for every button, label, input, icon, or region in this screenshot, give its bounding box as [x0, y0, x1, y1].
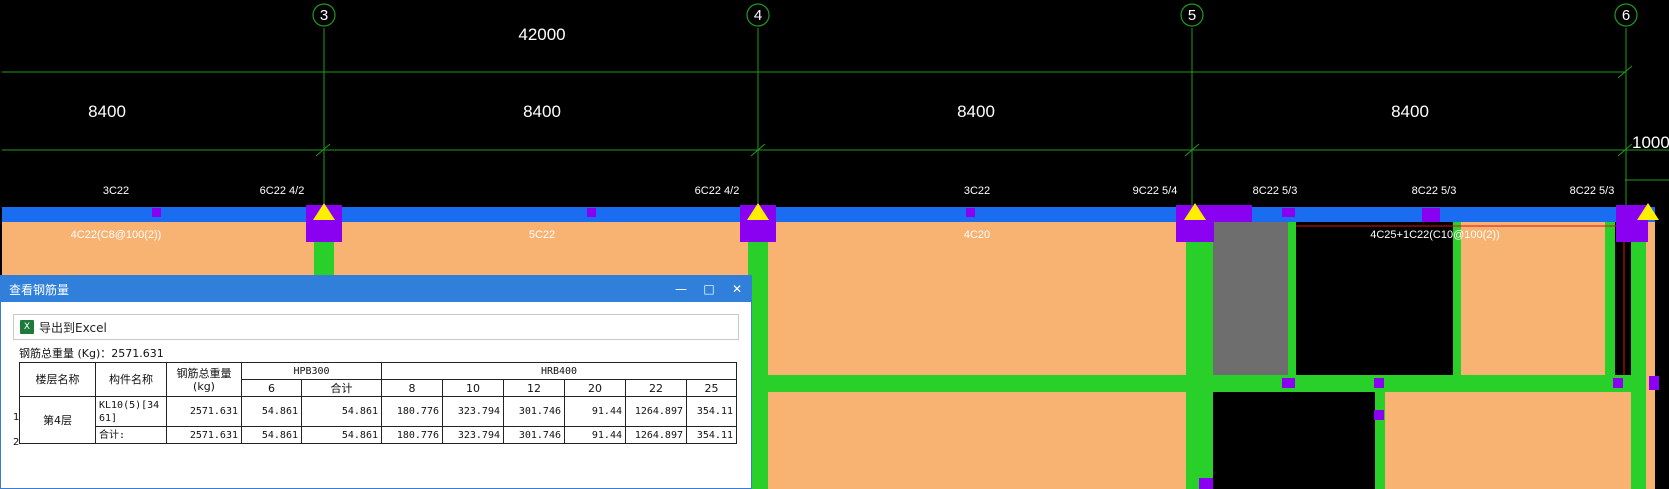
wall [1288, 222, 1296, 375]
beam-label: 4C22(C8@100(2)) [71, 229, 162, 241]
header-diameter: 20 [564, 379, 626, 397]
dialog-titlebar[interactable]: 查看钢筋量 — □ ✕ [1, 276, 751, 302]
value-cell[interactable]: 354.11 [686, 426, 737, 444]
wall [768, 375, 1649, 392]
axis-label-5: 5 [1188, 7, 1196, 24]
axis-label-3: 3 [320, 7, 328, 24]
wall [314, 240, 334, 275]
value-cell[interactable]: 180.776 [381, 396, 443, 427]
beam-label: 5C22 [529, 229, 555, 241]
table-row[interactable]: 第4层 KL10(5)[3461] 2571.631 54.861 54.861… [19, 396, 737, 444]
rebar-quantity-dialog[interactable]: 查看钢筋量 — □ ✕ X 导出到Excel 1 2 钢筋总重量 (Kg)：25… [0, 275, 752, 489]
header-subtotal: 合计 [301, 379, 382, 397]
axis-label-6: 6 [1622, 7, 1630, 24]
value-cell[interactable]: 323.794 [442, 396, 504, 427]
opening [1615, 222, 1631, 375]
component-cell[interactable]: 合计: [95, 426, 167, 444]
table-row-total[interactable]: 合计: 2571.631 54.861 54.861 180.776 323.7… [20, 426, 737, 444]
bay-dimension-1: 8400 [88, 102, 126, 121]
opening [1296, 222, 1453, 375]
opening [1213, 392, 1375, 489]
total-weight-label: 钢筋总重量 (Kg)：2571.631 [19, 347, 164, 360]
rebar-label: 8C22 5/3 [1570, 185, 1615, 197]
header-hpb300: HPB300 [241, 362, 382, 380]
wall [1631, 222, 1646, 489]
bay-dimension-2: 8400 [523, 102, 561, 121]
beam-strip [2, 207, 1655, 222]
rebar-label: 3C22 [964, 185, 990, 197]
value-cell[interactable]: 91.44 [564, 396, 626, 427]
beam-label: 4C20 [964, 229, 990, 241]
header-hrb400: HRB400 [381, 362, 737, 380]
maximize-icon[interactable]: □ [695, 282, 723, 296]
total-cell[interactable]: 2571.631 [166, 396, 242, 427]
rebar-label: 8C22 5/3 [1253, 185, 1298, 197]
beam-label: 4C25+1C22(C10@100(2)) [1370, 229, 1500, 241]
bay-dimension-3: 8400 [957, 102, 995, 121]
value-cell[interactable]: 91.44 [564, 426, 626, 444]
rebar-label: 9C22 5/4 [1133, 185, 1178, 197]
value-cell[interactable]: 54.861 [241, 396, 302, 427]
rebar-label: 6C22 4/2 [260, 185, 305, 197]
column [1214, 205, 1252, 222]
header-diameter: 10 [442, 379, 504, 397]
close-icon[interactable]: ✕ [723, 282, 751, 296]
header-diameter: 25 [686, 379, 737, 397]
component-cell[interactable]: KL10(5)[3461] [95, 396, 167, 427]
floor-name-cell[interactable]: 第4层 [19, 396, 96, 444]
total-cell[interactable]: 2571.631 [166, 426, 242, 444]
value-cell[interactable]: 54.861 [241, 426, 302, 444]
axis-label-4: 4 [754, 7, 762, 24]
value-cell[interactable]: 1264.897 [625, 426, 687, 444]
wall [1605, 222, 1615, 375]
grey-block [1213, 222, 1288, 375]
total-dimension-text: 42000 [518, 25, 565, 44]
value-cell[interactable]: 1264.897 [625, 396, 687, 427]
rebar-label: 8C22 5/3 [1412, 185, 1457, 197]
wall [1186, 240, 1213, 489]
value-cell[interactable]: 301.746 [503, 426, 565, 444]
value-cell[interactable]: 54.861 [301, 396, 382, 427]
value-cell[interactable]: 54.861 [301, 426, 382, 444]
rebar-table-area: 钢筋总重量 (Kg)：2571.631 楼层名称 构件名称 钢筋总重量 (kg)… [19, 346, 741, 488]
value-cell[interactable]: 301.746 [503, 396, 565, 427]
header-floor: 楼层名称 [19, 362, 96, 397]
header-diameter: 8 [381, 379, 443, 397]
side-dimension-text: 1000 [1632, 133, 1669, 152]
bay-dimension-4: 8400 [1391, 102, 1429, 121]
dialog-title: 查看钢筋量 [9, 282, 70, 297]
rebar-table: 楼层名称 构件名称 钢筋总重量 (kg) HPB300 HRB400 6 合计 … [19, 362, 737, 444]
value-cell[interactable]: 180.776 [381, 426, 443, 444]
header-total-weight: 钢筋总重量 (kg) [166, 362, 242, 397]
value-cell[interactable]: 323.794 [442, 426, 504, 444]
rebar-label: 3C22 [103, 185, 129, 197]
export-to-excel-button[interactable]: 导出到Excel [39, 319, 107, 336]
value-cell[interactable]: 354.11 [686, 396, 737, 427]
header-diameter: 6 [241, 379, 302, 397]
minimize-icon[interactable]: — [667, 282, 695, 296]
rebar-label: 6C22 4/2 [695, 185, 740, 197]
wall [1453, 222, 1461, 375]
header-diameter: 12 [503, 379, 565, 397]
excel-icon: X [20, 320, 34, 334]
header-component: 构件名称 [95, 362, 167, 397]
header-diameter: 22 [625, 379, 687, 397]
dialog-toolbar: X 导出到Excel [13, 314, 739, 340]
wall [1375, 392, 1385, 489]
